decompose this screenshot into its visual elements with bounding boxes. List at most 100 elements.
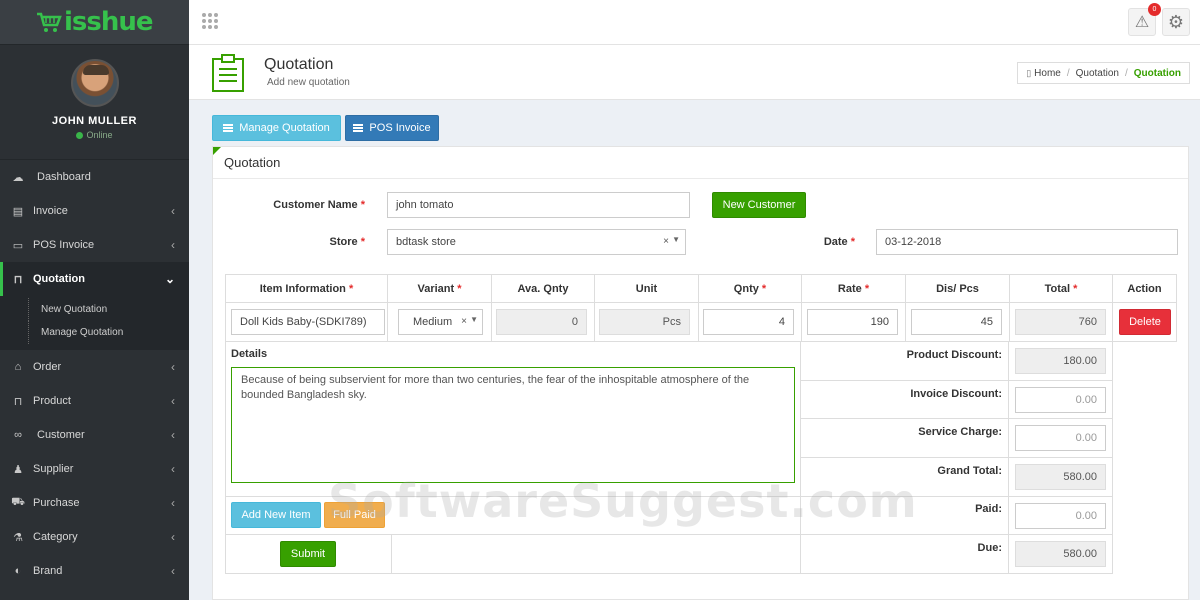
store-label: Store * <box>329 236 365 248</box>
sidebar-item-product[interactable]: ⊓ Product ‹ <box>0 384 189 418</box>
chevron-left-icon: ‹ <box>171 428 175 442</box>
top-bar: ⚠ 0 ⚙ <box>189 0 1200 45</box>
chevron-left-icon: ‹ <box>171 394 175 408</box>
available-qnty-field: 0 <box>496 309 587 335</box>
pos-icon: ▭ <box>12 239 24 252</box>
full-paid-button[interactable]: Full Paid <box>324 502 385 528</box>
qnty-input[interactable]: 4 <box>703 309 794 335</box>
logo-text: isshue <box>64 7 154 37</box>
store-select[interactable]: bdtask store × ▼ <box>387 229 686 255</box>
breadcrumb: ▯ Home / Quotation / Quotation <box>1017 62 1190 84</box>
app-logo[interactable]: isshue <box>0 0 189 45</box>
service-charge-input[interactable]: 0.00 <box>1015 425 1106 451</box>
flask-icon: ⚗ <box>13 531 23 544</box>
page-header: Quotation Add new quotation ▯ Home / Quo… <box>189 45 1200 100</box>
list-icon <box>223 124 234 132</box>
sidebar-item-dashboard[interactable]: ☁ Dashboard <box>0 160 189 194</box>
submit-button[interactable]: Submit <box>280 541 336 567</box>
notification-badge: 0 <box>1148 3 1161 16</box>
service-charge-label: Service Charge: <box>918 426 1002 438</box>
rate-input[interactable]: 190 <box>807 309 898 335</box>
breadcrumb-quotation[interactable]: Quotation <box>1076 68 1119 79</box>
customer-name-label: Customer Name * <box>273 199 365 211</box>
product-discount-field: 180.00 <box>1015 348 1106 374</box>
home-icon: ▯ <box>1026 67 1032 78</box>
sidebar-item-purchase[interactable]: ⛟ Purchase ‹ <box>0 486 189 520</box>
bag-icon: ⊓ <box>13 273 23 286</box>
avatar[interactable] <box>70 59 119 107</box>
total-field: 760 <box>1015 309 1106 335</box>
page-title: Quotation <box>264 56 334 73</box>
sidebar-item-pos-invoice[interactable]: ▭ POS Invoice ‹ <box>0 228 189 262</box>
list-icon <box>353 124 364 132</box>
col-variant: Variant * <box>387 274 492 303</box>
sidebar-item-label: Supplier <box>33 463 74 475</box>
user-name: JOHN MULLER <box>52 115 137 127</box>
new-customer-button[interactable]: New Customer <box>712 192 806 218</box>
breadcrumb-current: Quotation <box>1133 67 1181 79</box>
chevron-left-icon: ‹ <box>171 360 175 374</box>
chevron-left-icon: ‹ <box>171 238 175 252</box>
manage-quotation-button[interactable]: Manage Quotation <box>212 115 341 141</box>
pos-invoice-button[interactable]: POS Invoice <box>345 115 439 141</box>
settings-button[interactable]: ⚙ <box>1162 8 1190 36</box>
paid-input[interactable]: 0.00 <box>1015 503 1106 529</box>
submenu-new-quotation[interactable]: New Quotation <box>0 298 189 321</box>
product-discount-label: Product Discount: <box>906 349 1002 361</box>
sidebar-item-label: Quotation <box>33 273 85 285</box>
sidebar-item-label: Customer <box>37 429 85 441</box>
clear-icon[interactable]: × <box>663 236 669 247</box>
sidebar: isshue JOHN MULLER Online ☁ Dashboard ▤ In… <box>0 0 189 600</box>
sidebar-menu: ☁ Dashboard ▤ Invoice ‹ ▭ POS Invoice ‹ ⊓ Quot… <box>0 160 189 588</box>
sidebar-item-label: Brand <box>33 565 63 577</box>
bag-icon: ⊓ <box>13 395 23 408</box>
quotation-submenu: New Quotation Manage Quotation <box>0 296 189 350</box>
sidebar-item-quotation[interactable]: ⊓ Quotation ⌄ <box>0 262 189 296</box>
sidebar-item-brand[interactable]: ◐ Brand ‹ <box>0 554 189 588</box>
customer-name-input[interactable]: john tomato <box>387 192 690 218</box>
sidebar-item-invoice[interactable]: ▤ Invoice ‹ <box>0 194 189 228</box>
paid-label: Paid: <box>975 503 1002 515</box>
chevron-left-icon: ‹ <box>171 462 175 476</box>
chevron-down-icon: ⌄ <box>164 272 175 286</box>
breadcrumb-home[interactable]: Home <box>1034 68 1061 79</box>
col-discount: Dis/ Pcs <box>905 274 1010 303</box>
discount-input[interactable]: 45 <box>911 309 1002 335</box>
add-new-item-button[interactable]: Add New Item <box>231 502 321 528</box>
pos-invoice-label: POS Invoice <box>369 122 431 134</box>
gear-icon: ⚙ <box>1167 11 1185 32</box>
manage-quotation-label: Manage Quotation <box>239 122 330 134</box>
notification-button[interactable]: ⚠ 0 <box>1128 3 1161 36</box>
sidebar-item-customer[interactable]: ∞ Customer ‹ <box>0 418 189 452</box>
sidebar-item-label: Category <box>33 531 78 543</box>
chevron-left-icon: ‹ <box>171 204 175 218</box>
clipboard-icon <box>212 54 244 92</box>
variant-select[interactable]: Medium × ▼ <box>398 309 483 335</box>
chevron-left-icon: ‹ <box>171 530 175 544</box>
invoice-discount-input[interactable]: 0.00 <box>1015 387 1106 413</box>
page-subtitle: Add new quotation <box>267 77 350 88</box>
sidebar-item-label: Invoice <box>33 205 68 217</box>
online-dot-icon <box>76 132 84 139</box>
date-label: Date * <box>823 236 855 248</box>
dashboard-icon: ☁ <box>12 171 24 184</box>
panel-title: Quotation <box>213 147 1188 179</box>
date-input[interactable]: 03-12-2018 <box>876 229 1178 255</box>
cart-logo-icon <box>36 12 62 32</box>
clear-icon[interactable]: × <box>461 316 467 327</box>
col-qnty: Qnty * <box>698 274 802 303</box>
chevron-left-icon: ‹ <box>171 564 175 578</box>
variant-select-value: Medium <box>413 316 453 328</box>
sidebar-item-order[interactable]: ⌂ Order ‹ <box>0 350 189 384</box>
apps-grid-icon[interactable] <box>202 13 218 29</box>
user-icon: ♟ <box>13 463 23 476</box>
sidebar-item-supplier[interactable]: ♟ Supplier ‹ <box>0 452 189 486</box>
sidebar-item-category[interactable]: ⚗ Category ‹ <box>0 520 189 554</box>
delete-button[interactable]: Delete <box>1119 309 1171 335</box>
details-textarea[interactable]: Because of being subservient for more th… <box>231 367 795 483</box>
tag-icon: ⌂ <box>14 361 22 373</box>
user-status: Online <box>0 130 189 140</box>
submenu-manage-quotation[interactable]: Manage Quotation <box>0 321 189 344</box>
item-information-input[interactable]: Doll Kids Baby-(SDKI789) <box>231 309 385 335</box>
store-select-value: bdtask store <box>396 236 456 248</box>
